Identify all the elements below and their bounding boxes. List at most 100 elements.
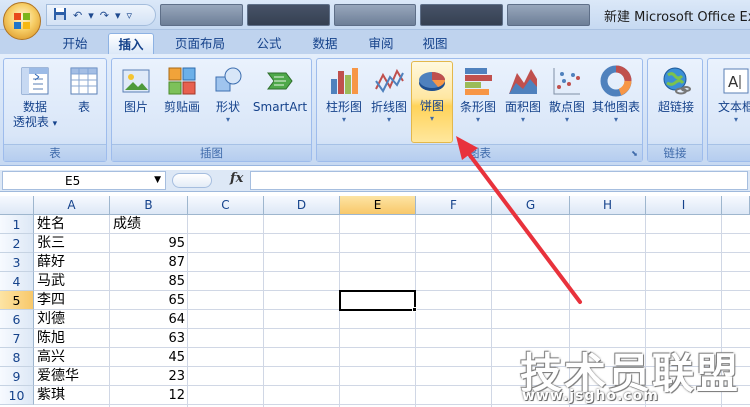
- redo-dropdown-icon[interactable]: ▾: [115, 9, 121, 22]
- row-header-2[interactable]: 2: [0, 234, 34, 253]
- cell-a3[interactable]: 薛好: [37, 253, 110, 272]
- tab-home[interactable]: 开始: [52, 33, 98, 54]
- textbox-button[interactable]: A 文本框 ▾: [710, 63, 750, 141]
- cell-a9[interactable]: 爱德华: [37, 367, 110, 386]
- other-charts-dropdown-icon: ▾: [613, 115, 618, 124]
- clipart-button[interactable]: 剪贴画: [160, 63, 204, 141]
- tab-view[interactable]: 视图: [412, 33, 458, 54]
- group-illustrations: 图片 剪贴画 形状 ▾ SmartArt 插图: [111, 58, 312, 162]
- row-header-7[interactable]: 7: [0, 329, 34, 348]
- textbox-label: 文本框: [717, 100, 750, 114]
- undo-dropdown-icon[interactable]: ▾: [88, 9, 94, 22]
- pivot-table-label-2: 透视表 ▾: [12, 115, 58, 129]
- title-bar: ↶ ▾ ↷ ▾ ▿ 新建 Microsoft Office Ex: [0, 0, 750, 40]
- textbox-dropdown-icon: ▾: [733, 115, 738, 124]
- active-cell-selection[interactable]: [339, 290, 416, 311]
- pivot-table-button[interactable]: 数据 透视表 ▾: [6, 63, 64, 141]
- row-header-4[interactable]: 4: [0, 272, 34, 291]
- cell-b4[interactable]: 85: [110, 272, 188, 291]
- grid-column-line: [263, 215, 264, 407]
- bar-chart-button[interactable]: 条形图 ▾: [455, 63, 501, 141]
- bar-chart-dropdown-icon: ▾: [475, 115, 480, 124]
- row-header-9[interactable]: 9: [0, 367, 34, 386]
- cell-b9[interactable]: 23: [110, 367, 188, 386]
- group-charts: 柱形图 ▾ 折线图 ▾ 饼图 ▾ 条形图 ▾ 面积图 ▾ 散点图 ▾ 其他图表 …: [316, 58, 643, 162]
- area-chart-button[interactable]: 面积图 ▾: [501, 63, 545, 141]
- column-header-i[interactable]: I: [646, 196, 722, 215]
- column-header-h[interactable]: H: [570, 196, 646, 215]
- column-header-next[interactable]: [722, 196, 750, 215]
- cell-a8[interactable]: 高兴: [37, 348, 110, 367]
- cell-b8[interactable]: 45: [110, 348, 188, 367]
- select-all-corner[interactable]: [0, 196, 34, 215]
- cell-a1[interactable]: 姓名: [37, 215, 110, 234]
- cell-a10[interactable]: 紫琪: [37, 386, 110, 405]
- tab-data[interactable]: 数据: [302, 33, 348, 54]
- hyperlink-button[interactable]: 超链接: [650, 63, 702, 141]
- cell-b1[interactable]: 成绩: [113, 215, 188, 234]
- tab-page-layout[interactable]: 页面布局: [164, 33, 236, 54]
- cell-a7[interactable]: 陈旭: [37, 329, 110, 348]
- doughnut-chart-icon: [600, 65, 632, 97]
- name-box-dropdown-icon[interactable]: ▼: [154, 175, 161, 185]
- charts-dialog-launcher-icon[interactable]: ⬊: [630, 149, 639, 158]
- column-header-g[interactable]: G: [492, 196, 570, 215]
- tab-review[interactable]: 审阅: [358, 33, 404, 54]
- fill-handle[interactable]: [412, 307, 417, 312]
- cell-b2[interactable]: 95: [110, 234, 188, 253]
- column-header-e[interactable]: E: [340, 196, 416, 215]
- customize-qat-icon[interactable]: ▿: [127, 9, 133, 22]
- row-header-6[interactable]: 6: [0, 310, 34, 329]
- column-header-a[interactable]: A: [34, 196, 110, 215]
- tab-formulas[interactable]: 公式: [246, 33, 292, 54]
- line-chart-button[interactable]: 折线图 ▾: [367, 63, 411, 141]
- row-header-5[interactable]: 5: [0, 291, 34, 310]
- cell-a6[interactable]: 刘德: [37, 310, 110, 329]
- office-button[interactable]: [3, 2, 41, 40]
- ribbon: 数据 透视表 ▾ 表 表 图片 剪贴画 形状 ▾ SmartArt 插图 柱形图…: [0, 54, 750, 166]
- shapes-label: 形状: [215, 100, 240, 114]
- other-charts-button[interactable]: 其他图表 ▾: [589, 63, 643, 141]
- column-header-c[interactable]: C: [188, 196, 264, 215]
- column-header-d[interactable]: D: [264, 196, 340, 215]
- scatter-chart-icon: [551, 65, 583, 97]
- formula-input[interactable]: [250, 171, 748, 190]
- save-icon[interactable]: [53, 7, 67, 24]
- pivot-table-icon: [19, 65, 51, 97]
- shapes-button[interactable]: 形状 ▾: [208, 63, 248, 141]
- column-header-b[interactable]: B: [110, 196, 188, 215]
- row-header-3[interactable]: 3: [0, 253, 34, 272]
- scatter-chart-button[interactable]: 散点图 ▾: [545, 63, 589, 141]
- cell-b10[interactable]: 12: [110, 386, 188, 405]
- pie-chart-button[interactable]: 饼图 ▾: [411, 61, 453, 143]
- cell-a5[interactable]: 李四: [37, 291, 110, 310]
- column-chart-icon: [328, 65, 360, 97]
- redo-icon[interactable]: ↷: [100, 9, 109, 22]
- tab-insert[interactable]: 插入: [108, 33, 154, 54]
- site-watermark: 技术员联盟 www.jsgho.com: [520, 340, 748, 406]
- picture-button[interactable]: 图片: [116, 63, 156, 141]
- cell-b5[interactable]: 65: [110, 291, 188, 310]
- table-button[interactable]: 表: [64, 63, 104, 141]
- row-header-8[interactable]: 8: [0, 348, 34, 367]
- cell-b3[interactable]: 87: [110, 253, 188, 272]
- column-header-f[interactable]: F: [416, 196, 492, 215]
- cell-a4[interactable]: 马武: [37, 272, 110, 291]
- line-chart-dropdown-icon: ▾: [386, 115, 391, 124]
- smartart-button[interactable]: SmartArt: [250, 63, 310, 141]
- cell-b7[interactable]: 63: [110, 329, 188, 348]
- group-tables: 数据 透视表 ▾ 表 表: [3, 58, 107, 162]
- cell-b6[interactable]: 64: [110, 310, 188, 329]
- column-chart-button[interactable]: 柱形图 ▾: [321, 63, 367, 141]
- undo-icon[interactable]: ↶: [73, 9, 82, 22]
- watermark-url-text: www.jsgho.com: [522, 388, 659, 404]
- name-box[interactable]: E5 ▼: [2, 171, 166, 190]
- table-icon: [68, 65, 100, 97]
- cell-a2[interactable]: 张三: [37, 234, 110, 253]
- formula-buttons-oval[interactable]: [172, 173, 212, 188]
- row-header-10[interactable]: 10: [0, 386, 34, 405]
- row-header-1[interactable]: 1: [0, 215, 34, 234]
- insert-function-icon[interactable]: fx: [230, 171, 243, 186]
- office-logo-icon: [14, 13, 30, 29]
- group-text-label: [708, 144, 750, 161]
